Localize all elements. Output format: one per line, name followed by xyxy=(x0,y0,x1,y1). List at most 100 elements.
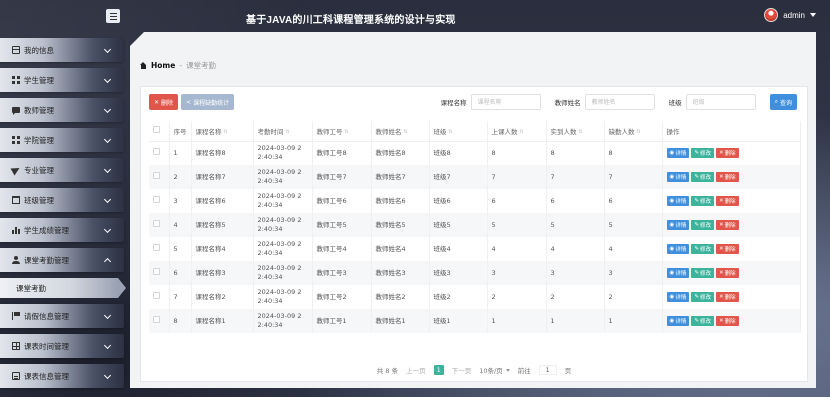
row-delete-button[interactable]: ✕ 删除 xyxy=(715,196,739,206)
chevron-icon xyxy=(103,75,112,84)
user-name[interactable]: admin xyxy=(783,11,805,20)
table-row[interactable]: 6 课程名称3 2024-03-09 22:40:34 教师工号3 教师姓名3 班级3 3 3… xyxy=(149,261,801,285)
goto-page-input[interactable]: 1 xyxy=(538,365,557,375)
table-row[interactable]: 2 课程名称7 2024-03-09 22:40:34 教师工号7 教师姓名7 班级7 7 7… xyxy=(149,165,801,189)
detail-button[interactable]: ◉ 详情 xyxy=(666,172,690,182)
header-cell[interactable]: 课程名称 ⇅ xyxy=(191,121,254,141)
edit-button[interactable]: ✎ 修改 xyxy=(691,316,714,326)
prev-page-button[interactable]: 上一页 xyxy=(406,365,426,375)
class-input[interactable] xyxy=(685,94,756,110)
table-row[interactable]: 1 课程名称8 2024-03-09 22:40:34 教师工号8 教师姓名8 班级8 8 8… xyxy=(149,141,801,165)
row-checkbox[interactable] xyxy=(153,268,160,276)
close-icon: ✕ xyxy=(718,246,724,252)
detail-button[interactable]: ◉ 详情 xyxy=(666,196,690,206)
cell-absent: 4 xyxy=(604,237,663,261)
table-row[interactable]: 7 课程名称2 2024-03-09 22:40:34 教师工号2 教师姓名2 班级2 2 2… xyxy=(149,285,801,309)
row-delete-button[interactable]: ✕ 删除 xyxy=(715,268,739,278)
row-checkbox[interactable] xyxy=(153,196,160,204)
row-checkbox[interactable] xyxy=(153,316,160,324)
row-delete-button[interactable]: ✕ 删除 xyxy=(715,172,739,182)
row-actions: ◉ 详情 ✎ 修改 ✕ 删除 xyxy=(662,189,801,213)
sidebar-item[interactable]: 班级管理 xyxy=(0,188,124,212)
cell-present: 3 xyxy=(546,261,605,285)
detail-button[interactable]: ◉ 详情 xyxy=(666,268,690,278)
row-checkbox[interactable] xyxy=(153,172,160,180)
share-icon: < xyxy=(186,98,192,106)
edit-button[interactable]: ✎ 修改 xyxy=(691,196,714,206)
sidebar-item[interactable]: 课表时间管理 xyxy=(0,334,124,358)
header-cell[interactable]: 上课人数 ⇅ xyxy=(487,121,547,141)
sidebar-item[interactable]: 教师管理 xyxy=(0,98,124,122)
detail-button[interactable]: ◉ 详情 xyxy=(666,244,690,254)
sidebar-item[interactable]: 课堂考勤管理 xyxy=(0,248,124,272)
breadcrumb-home[interactable]: Home xyxy=(151,61,175,70)
sidebar-item[interactable]: 学院管理 xyxy=(0,128,124,152)
edit-button[interactable]: ✎ 修改 xyxy=(691,172,714,182)
eye-icon: ◉ xyxy=(669,318,675,324)
detail-button[interactable]: ◉ 详情 xyxy=(666,148,690,159)
detail-button[interactable]: ◉ 详情 xyxy=(666,220,690,230)
course-name-input[interactable] xyxy=(470,94,541,110)
avatar[interactable] xyxy=(764,8,779,22)
header-cell[interactable]: 缺勤人数 ⇅ xyxy=(604,121,663,141)
sidebar-item-label: 请假信息管理 xyxy=(24,311,69,321)
sidebar-item[interactable]: 我的信息 xyxy=(0,38,124,62)
detail-button[interactable]: ◉ 详情 xyxy=(666,292,690,302)
cell-tno: 教师工号5 xyxy=(312,213,372,237)
filter-bar: 课程名称 教师姓名 班级 ⌕ 查询 xyxy=(441,94,797,110)
sidebar-item[interactable]: 学生管理 xyxy=(0,68,124,92)
header-cell[interactable]: 考勤时间 ⇅ xyxy=(253,121,313,141)
search-button[interactable]: ⌕ 查询 xyxy=(769,94,797,110)
page-number-current[interactable]: 1 xyxy=(433,365,444,375)
row-delete-button[interactable]: ✕ 删除 xyxy=(715,244,739,254)
header-cell[interactable]: 班级 ⇅ xyxy=(429,121,488,141)
edit-button[interactable]: ✎ 修改 xyxy=(691,292,714,302)
cell-tname: 教师姓名5 xyxy=(371,213,430,237)
edit-icon: ✎ xyxy=(694,270,699,276)
search-icon: ⌕ xyxy=(774,98,778,105)
select-all-checkbox[interactable] xyxy=(153,126,160,134)
row-delete-button[interactable]: ✕ 删除 xyxy=(715,292,739,302)
cell-absent: 6 xyxy=(604,189,663,213)
header-cell[interactable]: 教师姓名 ⇅ xyxy=(371,121,430,141)
next-page-button[interactable]: 下一页 xyxy=(452,365,472,375)
menu-toggle-icon[interactable] xyxy=(106,9,120,23)
header-cell[interactable]: 教师工号 ⇅ xyxy=(312,121,372,141)
edit-button[interactable]: ✎ 修改 xyxy=(691,148,714,159)
cell-present: 1 xyxy=(546,309,605,333)
eye-icon: ◉ xyxy=(669,150,675,157)
row-delete-button[interactable]: ✕ 删除 xyxy=(715,316,739,326)
row-checkbox[interactable] xyxy=(153,148,160,156)
cell-absent: 5 xyxy=(604,213,663,237)
user-menu[interactable]: admin xyxy=(764,8,816,22)
row-actions: ◉ 详情 ✎ 修改 ✕ 删除 xyxy=(662,237,801,261)
edit-button[interactable]: ✎ 修改 xyxy=(691,220,714,230)
sidebar-subitem-active[interactable]: 课堂考勤 xyxy=(0,278,126,298)
table-row[interactable]: 5 课程名称4 2024-03-09 22:40:34 教师工号4 教师姓名4 班级4 4 4… xyxy=(149,237,801,261)
row-checkbox[interactable] xyxy=(153,220,160,228)
page-size-select[interactable]: 10条/页 xyxy=(479,365,510,375)
delete-button[interactable]: ✕ 删除 xyxy=(149,94,179,110)
table-row[interactable]: 8 课程名称1 2024-03-09 22:40:34 教师工号1 教师姓名1 班级1 1 1… xyxy=(149,309,801,333)
row-delete-button[interactable]: ✕ 删除 xyxy=(715,220,739,230)
edit-button[interactable]: ✎ 修改 xyxy=(691,244,714,254)
header-cell[interactable]: 实到人数 ⇅ xyxy=(546,121,605,141)
row-delete-button[interactable]: ✕ 删除 xyxy=(715,148,739,159)
row-checkbox[interactable] xyxy=(153,292,160,300)
grid-icon xyxy=(12,136,20,144)
sidebar-item[interactable]: 学生成绩管理 xyxy=(0,218,124,242)
row-checkbox[interactable] xyxy=(153,244,160,252)
table-row[interactable]: 4 课程名称5 2024-03-09 22:40:34 教师工号5 教师姓名5 班级5 5 5… xyxy=(149,213,801,237)
home-icon[interactable] xyxy=(140,61,147,69)
teacher-name-input[interactable] xyxy=(584,94,655,110)
absence-stats-button[interactable]: < 课程缺勤统计 xyxy=(181,94,235,110)
sidebar-item[interactable]: 请假信息管理 xyxy=(0,304,124,328)
sidebar-item[interactable]: 专业管理 xyxy=(0,158,124,182)
cell-cls: 班级3 xyxy=(429,261,488,285)
chevron-down-icon[interactable] xyxy=(810,13,816,17)
edit-button[interactable]: ✎ 修改 xyxy=(691,268,714,278)
cell-no: 4 xyxy=(169,213,192,237)
detail-button[interactable]: ◉ 详情 xyxy=(666,316,690,326)
table-row[interactable]: 3 课程名称6 2024-03-09 22:40:34 教师工号6 教师姓名6 班级6 6 6… xyxy=(149,189,801,213)
sidebar-item[interactable]: 课表信息管理 xyxy=(0,364,124,388)
